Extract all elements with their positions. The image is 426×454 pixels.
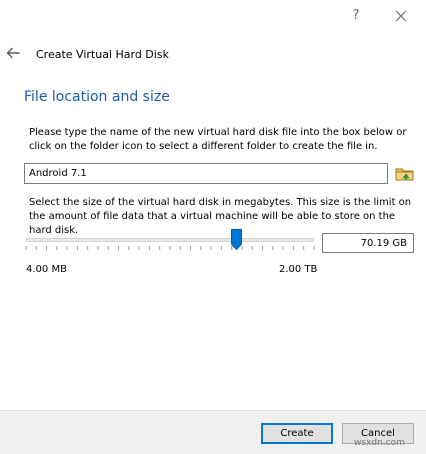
size-slider[interactable] bbox=[24, 228, 316, 254]
create-button[interactable]: Create bbox=[261, 423, 333, 444]
slider-thumb[interactable] bbox=[230, 229, 242, 250]
folder-icon[interactable] bbox=[394, 163, 416, 184]
dialog-title: Create Virtual Hard Disk bbox=[36, 48, 169, 61]
size-min-label: 4.00 MB bbox=[26, 264, 67, 275]
help-button[interactable]: ? bbox=[349, 8, 363, 24]
close-icon[interactable] bbox=[393, 8, 409, 24]
section-title: File location and size bbox=[24, 89, 170, 105]
dialog-header: Create Virtual Hard Disk bbox=[0, 40, 426, 68]
slider-ticks bbox=[25, 246, 315, 250]
size-max-label: 2.00 TB bbox=[279, 264, 318, 275]
file-location-description: Please type the name of the new virtual … bbox=[29, 127, 407, 152]
slider-track bbox=[26, 238, 314, 242]
back-arrow-icon[interactable] bbox=[5, 45, 21, 61]
title-bar: ? bbox=[0, 0, 426, 32]
file-name-input[interactable] bbox=[24, 163, 388, 184]
size-input[interactable] bbox=[322, 233, 414, 253]
watermark: wsxdn.com bbox=[354, 438, 405, 448]
